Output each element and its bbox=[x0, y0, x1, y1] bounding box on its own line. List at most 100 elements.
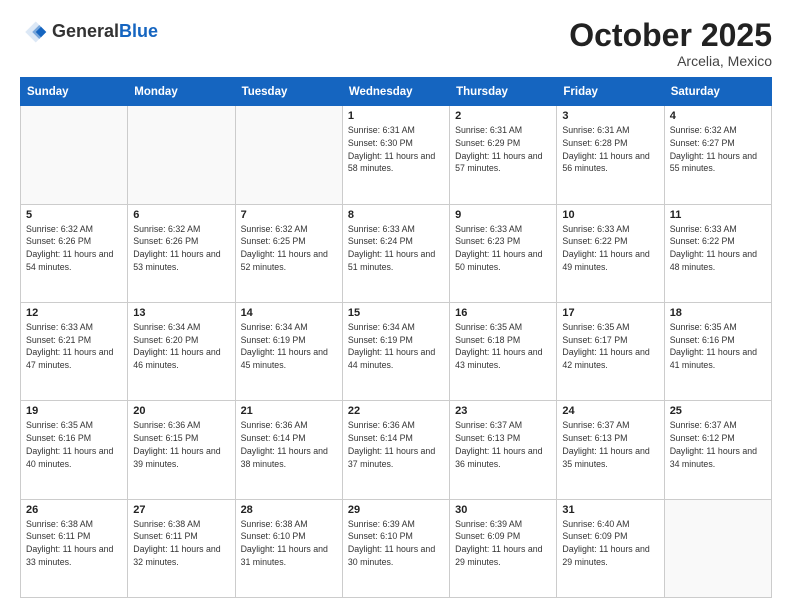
day-number: 17 bbox=[562, 307, 658, 319]
header-saturday: Saturday bbox=[664, 78, 771, 106]
day-info: Sunrise: 6:36 AMSunset: 6:15 PMDaylight:… bbox=[133, 419, 229, 470]
day-number: 11 bbox=[670, 209, 766, 221]
logo-general-text: General bbox=[52, 21, 119, 41]
page-header: GeneralBlue October 2025 Arcelia, Mexico bbox=[20, 18, 772, 69]
calendar-cell: 20 Sunrise: 6:36 AMSunset: 6:15 PMDayligh… bbox=[128, 401, 235, 499]
day-number: 28 bbox=[241, 504, 337, 516]
calendar-cell: 27 Sunrise: 6:38 AMSunset: 6:11 PMDayligh… bbox=[128, 499, 235, 597]
day-info: Sunrise: 6:38 AMSunset: 6:11 PMDaylight:… bbox=[133, 518, 229, 569]
calendar-cell: 23 Sunrise: 6:37 AMSunset: 6:13 PMDayligh… bbox=[450, 401, 557, 499]
calendar-cell: 1Sunrise: 6:31 AMSunset: 6:30 PMDaylight… bbox=[342, 106, 449, 204]
day-info: Sunrise: 6:37 AMSunset: 6:13 PMDaylight:… bbox=[562, 419, 658, 470]
calendar-cell: 29 Sunrise: 6:39 AMSunset: 6:10 PMDayligh… bbox=[342, 499, 449, 597]
day-number: 25 bbox=[670, 405, 766, 417]
day-info: Sunrise: 6:35 AMSunset: 6:18 PMDaylight:… bbox=[455, 321, 551, 372]
location-subtitle: Arcelia, Mexico bbox=[569, 53, 772, 69]
day-number: 29 bbox=[348, 504, 444, 516]
title-block: October 2025 Arcelia, Mexico bbox=[569, 18, 772, 69]
calendar-cell: 24Sunrise: 6:37 AMSunset: 6:13 PMDayligh… bbox=[557, 401, 664, 499]
day-number: 31 bbox=[562, 504, 658, 516]
header-wednesday: Wednesday bbox=[342, 78, 449, 106]
day-number: 7 bbox=[241, 209, 337, 221]
logo-icon bbox=[20, 18, 48, 46]
day-number: 9 bbox=[455, 209, 551, 221]
day-info: Sunrise: 6:32 AMSunset: 6:26 PMDaylight:… bbox=[26, 223, 122, 274]
calendar-cell: 30Sunrise: 6:39 AMSunset: 6:09 PMDayligh… bbox=[450, 499, 557, 597]
calendar-cell: 7 Sunrise: 6:32 AMSunset: 6:25 PMDaylight… bbox=[235, 204, 342, 302]
day-number: 18 bbox=[670, 307, 766, 319]
calendar-cell: 31 Sunrise: 6:40 AMSunset: 6:09 PMDayligh… bbox=[557, 499, 664, 597]
day-number: 21 bbox=[241, 405, 337, 417]
day-number: 5 bbox=[26, 209, 122, 221]
day-info: Sunrise: 6:33 AMSunset: 6:22 PMDaylight:… bbox=[670, 223, 766, 274]
day-info: Sunrise: 6:33 AMSunset: 6:21 PMDaylight:… bbox=[26, 321, 122, 372]
calendar-cell: 11 Sunrise: 6:33 AMSunset: 6:22 PMDayligh… bbox=[664, 204, 771, 302]
month-title: October 2025 bbox=[569, 18, 772, 53]
calendar-week-row: 1Sunrise: 6:31 AMSunset: 6:30 PMDaylight… bbox=[21, 106, 772, 204]
day-number: 6 bbox=[133, 209, 229, 221]
day-info: Sunrise: 6:34 AMSunset: 6:19 PMDaylight:… bbox=[348, 321, 444, 372]
calendar-cell: 25 Sunrise: 6:37 AMSunset: 6:12 PMDayligh… bbox=[664, 401, 771, 499]
day-info: Sunrise: 6:37 AMSunset: 6:12 PMDaylight:… bbox=[670, 419, 766, 470]
day-info: Sunrise: 6:32 AMSunset: 6:27 PMDaylight:… bbox=[670, 124, 766, 175]
calendar-week-row: 26 Sunrise: 6:38 AMSunset: 6:11 PMDayligh… bbox=[21, 499, 772, 597]
day-info: Sunrise: 6:39 AMSunset: 6:09 PMDaylight:… bbox=[455, 518, 551, 569]
header-tuesday: Tuesday bbox=[235, 78, 342, 106]
logo-blue-text: Blue bbox=[119, 21, 158, 41]
calendar-cell: 15 Sunrise: 6:34 AMSunset: 6:19 PMDayligh… bbox=[342, 302, 449, 400]
day-info: Sunrise: 6:36 AMSunset: 6:14 PMDaylight:… bbox=[241, 419, 337, 470]
header-friday: Friday bbox=[557, 78, 664, 106]
day-info: Sunrise: 6:34 AMSunset: 6:20 PMDaylight:… bbox=[133, 321, 229, 372]
calendar-table: Sunday Monday Tuesday Wednesday Thursday… bbox=[20, 77, 772, 598]
calendar-week-row: 19 Sunrise: 6:35 AMSunset: 6:16 PMDayligh… bbox=[21, 401, 772, 499]
day-info: Sunrise: 6:39 AMSunset: 6:10 PMDaylight:… bbox=[348, 518, 444, 569]
day-number: 3 bbox=[562, 110, 658, 122]
calendar-cell: 6 Sunrise: 6:32 AMSunset: 6:26 PMDaylight… bbox=[128, 204, 235, 302]
day-number: 14 bbox=[241, 307, 337, 319]
day-number: 12 bbox=[26, 307, 122, 319]
calendar-cell: 14Sunrise: 6:34 AMSunset: 6:19 PMDayligh… bbox=[235, 302, 342, 400]
day-info: Sunrise: 6:35 AMSunset: 6:17 PMDaylight:… bbox=[562, 321, 658, 372]
header-monday: Monday bbox=[128, 78, 235, 106]
calendar-cell: 2Sunrise: 6:31 AMSunset: 6:29 PMDaylight… bbox=[450, 106, 557, 204]
calendar-cell: 21 Sunrise: 6:36 AMSunset: 6:14 PMDayligh… bbox=[235, 401, 342, 499]
logo: GeneralBlue bbox=[20, 18, 158, 46]
calendar-cell: 28 Sunrise: 6:38 AMSunset: 6:10 PMDayligh… bbox=[235, 499, 342, 597]
day-number: 13 bbox=[133, 307, 229, 319]
day-info: Sunrise: 6:31 AMSunset: 6:30 PMDaylight:… bbox=[348, 124, 444, 175]
day-info: Sunrise: 6:38 AMSunset: 6:11 PMDaylight:… bbox=[26, 518, 122, 569]
day-info: Sunrise: 6:35 AMSunset: 6:16 PMDaylight:… bbox=[26, 419, 122, 470]
calendar-cell: 12 Sunrise: 6:33 AMSunset: 6:21 PMDayligh… bbox=[21, 302, 128, 400]
day-number: 15 bbox=[348, 307, 444, 319]
day-info: Sunrise: 6:38 AMSunset: 6:10 PMDaylight:… bbox=[241, 518, 337, 569]
calendar-cell: 3 Sunrise: 6:31 AMSunset: 6:28 PMDaylight… bbox=[557, 106, 664, 204]
day-number: 10 bbox=[562, 209, 658, 221]
calendar-cell: 17 Sunrise: 6:35 AMSunset: 6:17 PMDayligh… bbox=[557, 302, 664, 400]
calendar-cell: 13 Sunrise: 6:34 AMSunset: 6:20 PMDayligh… bbox=[128, 302, 235, 400]
day-number: 23 bbox=[455, 405, 551, 417]
day-info: Sunrise: 6:32 AMSunset: 6:26 PMDaylight:… bbox=[133, 223, 229, 274]
calendar-cell: 22Sunrise: 6:36 AMSunset: 6:14 PMDayligh… bbox=[342, 401, 449, 499]
day-number: 27 bbox=[133, 504, 229, 516]
calendar-header-row: Sunday Monday Tuesday Wednesday Thursday… bbox=[21, 78, 772, 106]
day-info: Sunrise: 6:37 AMSunset: 6:13 PMDaylight:… bbox=[455, 419, 551, 470]
day-number: 26 bbox=[26, 504, 122, 516]
day-info: Sunrise: 6:40 AMSunset: 6:09 PMDaylight:… bbox=[562, 518, 658, 569]
calendar-cell: 10 Sunrise: 6:33 AMSunset: 6:22 PMDayligh… bbox=[557, 204, 664, 302]
day-number: 20 bbox=[133, 405, 229, 417]
day-info: Sunrise: 6:33 AMSunset: 6:23 PMDaylight:… bbox=[455, 223, 551, 274]
day-info: Sunrise: 6:31 AMSunset: 6:28 PMDaylight:… bbox=[562, 124, 658, 175]
calendar-week-row: 5 Sunrise: 6:32 AMSunset: 6:26 PMDaylight… bbox=[21, 204, 772, 302]
day-info: Sunrise: 6:35 AMSunset: 6:16 PMDaylight:… bbox=[670, 321, 766, 372]
day-number: 22 bbox=[348, 405, 444, 417]
day-info: Sunrise: 6:32 AMSunset: 6:25 PMDaylight:… bbox=[241, 223, 337, 274]
calendar-cell bbox=[128, 106, 235, 204]
calendar-cell bbox=[21, 106, 128, 204]
calendar-cell bbox=[664, 499, 771, 597]
day-number: 8 bbox=[348, 209, 444, 221]
day-number: 19 bbox=[26, 405, 122, 417]
day-info: Sunrise: 6:33 AMSunset: 6:22 PMDaylight:… bbox=[562, 223, 658, 274]
header-sunday: Sunday bbox=[21, 78, 128, 106]
day-number: 4 bbox=[670, 110, 766, 122]
day-number: 2 bbox=[455, 110, 551, 122]
